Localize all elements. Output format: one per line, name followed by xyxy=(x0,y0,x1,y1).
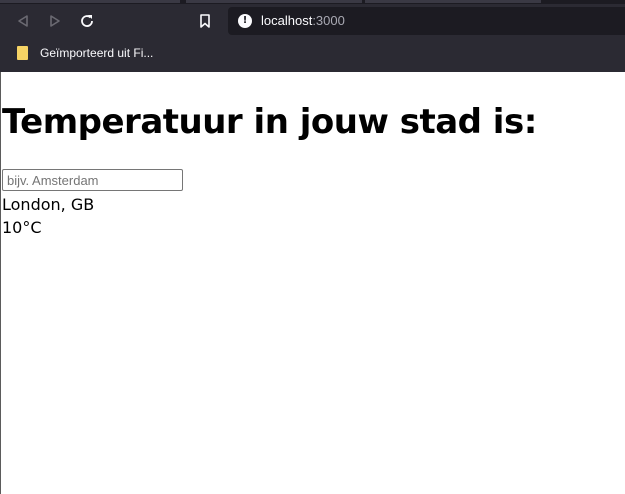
url-port: :3000 xyxy=(312,13,345,28)
tab-segment[interactable] xyxy=(365,0,541,3)
address-bar[interactable]: ! localhost:3000 xyxy=(228,7,625,35)
back-icon xyxy=(18,15,28,27)
page-content: Temperatuur in jouw stad is: London, GB … xyxy=(0,72,625,494)
browser-chrome: ! localhost:3000 Geïmporteerd uit Fi... xyxy=(0,0,625,72)
tab-segment[interactable] xyxy=(0,0,180,3)
reload-icon xyxy=(81,15,93,27)
bookmark-folder-imported[interactable]: Geïmporteerd uit Fi... xyxy=(10,43,153,63)
city-search-input[interactable] xyxy=(2,169,183,191)
bookmark-page-button[interactable] xyxy=(192,8,218,34)
forward-button[interactable] xyxy=(42,8,68,34)
forward-icon xyxy=(50,15,60,27)
weather-temperature: 10°C xyxy=(2,218,42,237)
site-info-icon[interactable]: ! xyxy=(238,14,252,28)
tab-segment[interactable] xyxy=(186,0,362,3)
bookmarks-toolbar: Geïmporteerd uit Fi... xyxy=(0,38,625,68)
bookmark-folder-label: Geïmporteerd uit Fi... xyxy=(40,46,154,60)
reload-button[interactable] xyxy=(74,8,100,34)
back-button[interactable] xyxy=(10,8,36,34)
weather-location: London, GB xyxy=(2,195,95,214)
folder-icon xyxy=(17,46,28,60)
navigation-toolbar: ! localhost:3000 xyxy=(0,4,625,38)
bookmark-icon xyxy=(200,14,210,28)
url-text[interactable]: localhost:3000 xyxy=(261,13,345,29)
url-host: localhost xyxy=(261,13,313,28)
page-title: Temperatuur in jouw stad is: xyxy=(2,102,537,142)
